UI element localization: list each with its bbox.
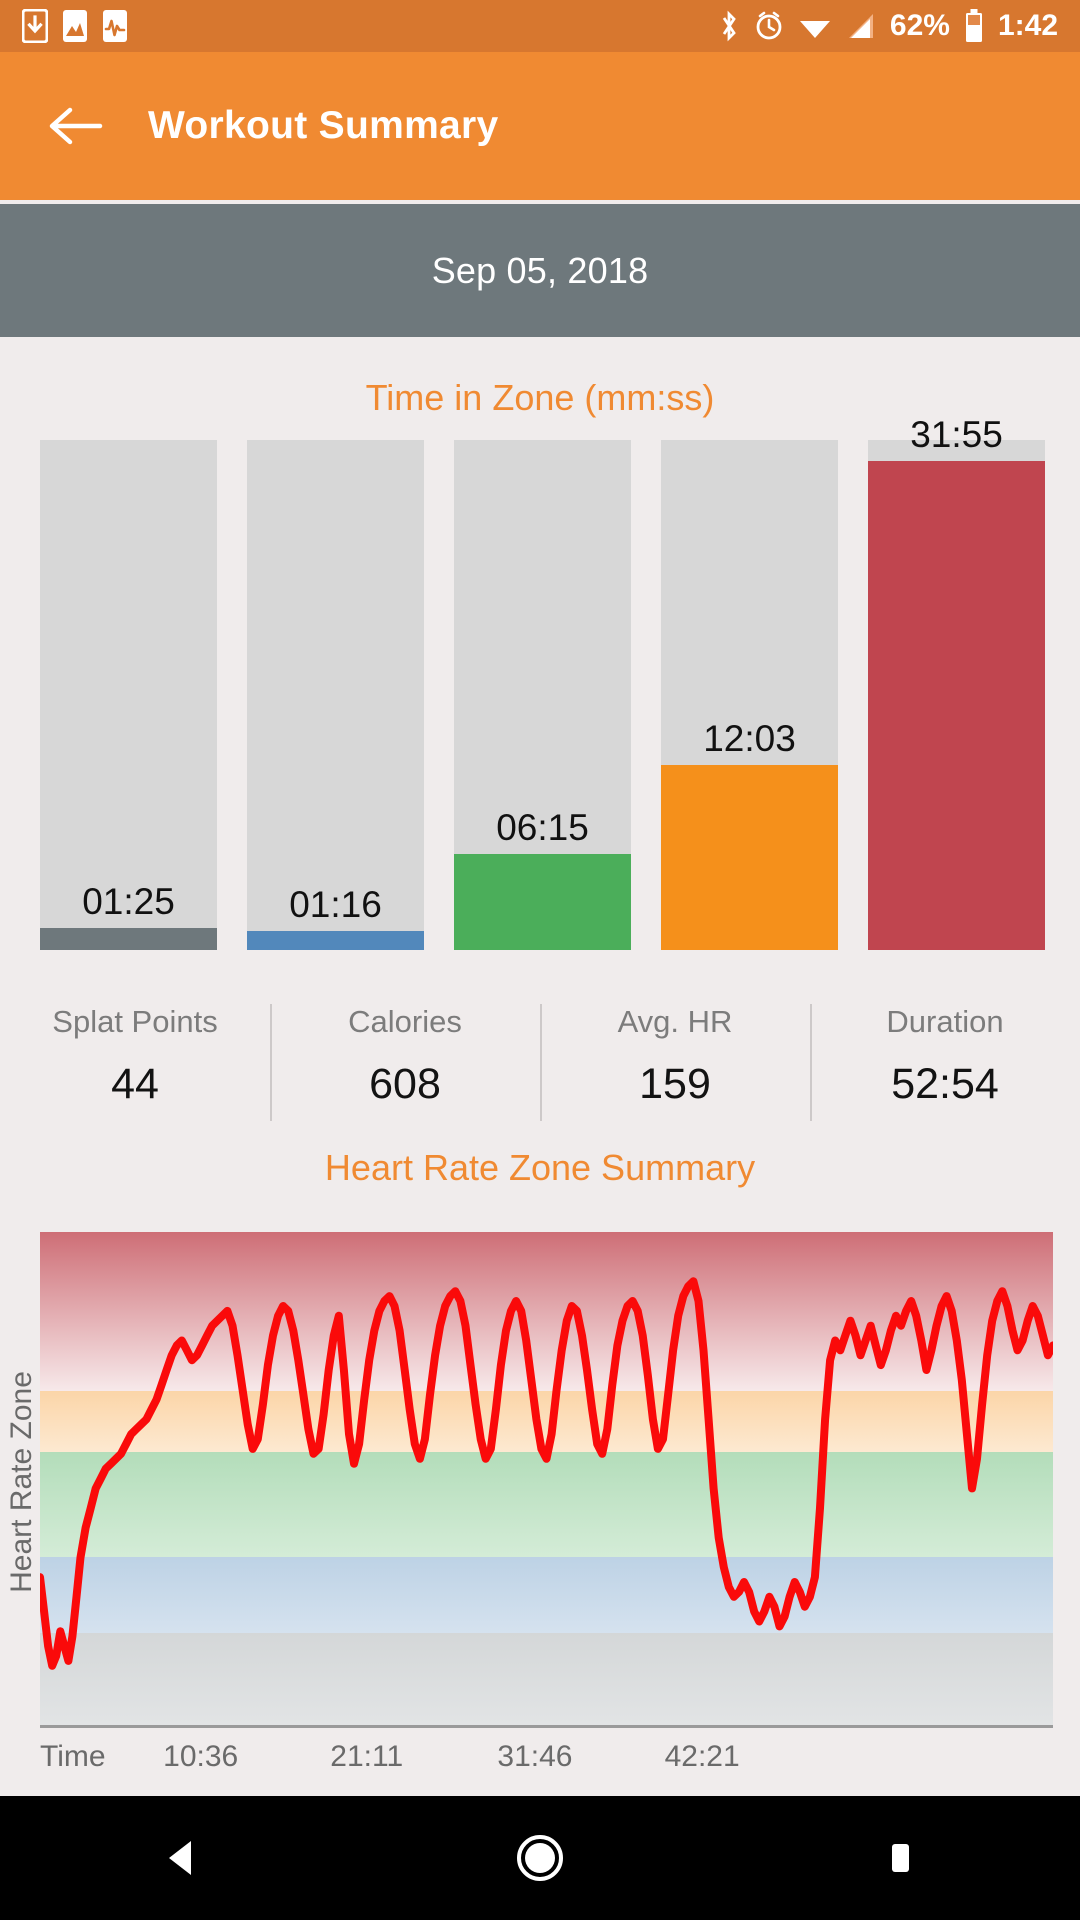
stat-label: Avg. HR — [618, 1004, 733, 1040]
stat-cell: Splat Points 44 — [0, 990, 270, 1135]
time-in-zone-bar-label: 31:55 — [868, 416, 1045, 453]
time-in-zone-bar: 01:25 — [40, 440, 217, 950]
android-navigation-bar — [0, 1796, 1080, 1920]
heart-rate-zone-title: Heart Rate Zone Summary — [0, 1147, 1080, 1189]
time-in-zone-bar-label: 12:03 — [661, 720, 838, 757]
time-in-zone-bar-label: 01:16 — [247, 886, 424, 923]
stat-label: Splat Points — [52, 1004, 217, 1040]
time-in-zone-bar: 06:15 — [454, 440, 631, 950]
nav-home-button[interactable] — [475, 1796, 605, 1920]
nav-recents-button[interactable] — [835, 1796, 965, 1920]
hr-chart-plot-area — [40, 1232, 1053, 1728]
back-button[interactable] — [28, 78, 124, 174]
workout-stats-row: Splat Points 44 Calories 608 Avg. HR 159 Durat… — [0, 990, 1080, 1135]
battery-icon — [964, 8, 984, 44]
download-icon — [22, 9, 48, 43]
heart-rate-zone-chart: Heart Rate Zone — [0, 1232, 1080, 1732]
page-title: Workout Summary — [148, 104, 499, 148]
time-in-zone-bar: 01:16 — [247, 440, 424, 950]
home-circle-icon — [514, 1832, 566, 1884]
status-bar: 62% 1:42 — [0, 0, 1080, 52]
time-in-zone-title: Time in Zone (mm:ss) — [0, 377, 1080, 419]
date-selector-bar[interactable]: Sep 05, 2018 — [0, 204, 1080, 337]
date-label: Sep 05, 2018 — [432, 250, 649, 292]
stat-label: Duration — [886, 1004, 1003, 1040]
hr-chart-y-axis-label: Heart Rate Zone — [4, 1232, 40, 1732]
time-in-zone-bar-fill — [868, 461, 1045, 950]
time-in-zone-bar-chart: 01:25 01:16 06:15 12:03 31:55 — [0, 440, 1080, 950]
app-bar: Workout Summary — [0, 52, 1080, 200]
status-bar-left-icons — [22, 9, 128, 43]
hr-chart-x-tick: 42:21 — [665, 1740, 740, 1774]
stat-value: 52:54 — [891, 1060, 999, 1109]
workout-summary-screen: 62% 1:42 Workout Summary Sep 05, 2018 Ti… — [0, 0, 1080, 1920]
stat-cell: Calories 608 — [270, 990, 540, 1135]
time-in-zone-bar-fill — [454, 854, 631, 950]
status-bar-right-icons: 62% 1:42 — [718, 0, 1058, 52]
hr-chart-x-tick: 10:36 — [163, 1740, 238, 1774]
time-in-zone-bar-fill — [40, 928, 217, 950]
hr-chart-x-tick: 21:11 — [330, 1740, 403, 1774]
hr-chart-y-axis-text: Heart Rate Zone — [5, 1371, 39, 1593]
hr-chart-x-axis: Time 10:36 21:11 31:46 42:21 — [0, 1740, 1080, 1798]
clock-label: 1:42 — [998, 0, 1058, 52]
time-in-zone-bar-fill — [247, 931, 424, 950]
stat-value: 159 — [639, 1060, 711, 1109]
bluetooth-icon — [718, 9, 740, 43]
time-in-zone-bar: 12:03 — [661, 440, 838, 950]
hr-chart-x-axis-title: Time — [40, 1740, 106, 1774]
recents-square-icon — [882, 1838, 918, 1878]
stat-label: Calories — [348, 1004, 462, 1040]
stat-value: 44 — [111, 1060, 159, 1109]
time-in-zone-bar: 31:55 — [868, 440, 1045, 950]
nav-back-button[interactable] — [115, 1796, 245, 1920]
battery-percent-label: 62% — [890, 0, 950, 52]
hr-chart-x-tick: 31:46 — [497, 1740, 572, 1774]
stat-cell: Duration 52:54 — [810, 990, 1080, 1135]
time-in-zone-bar-label: 06:15 — [454, 809, 631, 846]
stat-value: 608 — [369, 1060, 441, 1109]
hr-trace-svg — [40, 1232, 1053, 1725]
time-in-zone-bar-label: 01:25 — [40, 883, 217, 920]
hr-trace-line — [40, 1281, 1053, 1666]
activity-icon — [102, 9, 128, 43]
signal-icon — [846, 9, 876, 43]
back-arrow-icon — [48, 104, 104, 148]
stat-cell: Avg. HR 159 — [540, 990, 810, 1135]
alarm-icon — [754, 9, 784, 43]
back-triangle-icon — [161, 1837, 199, 1879]
time-in-zone-bar-fill — [661, 765, 838, 950]
image-icon — [62, 9, 88, 43]
wifi-icon — [798, 9, 832, 43]
